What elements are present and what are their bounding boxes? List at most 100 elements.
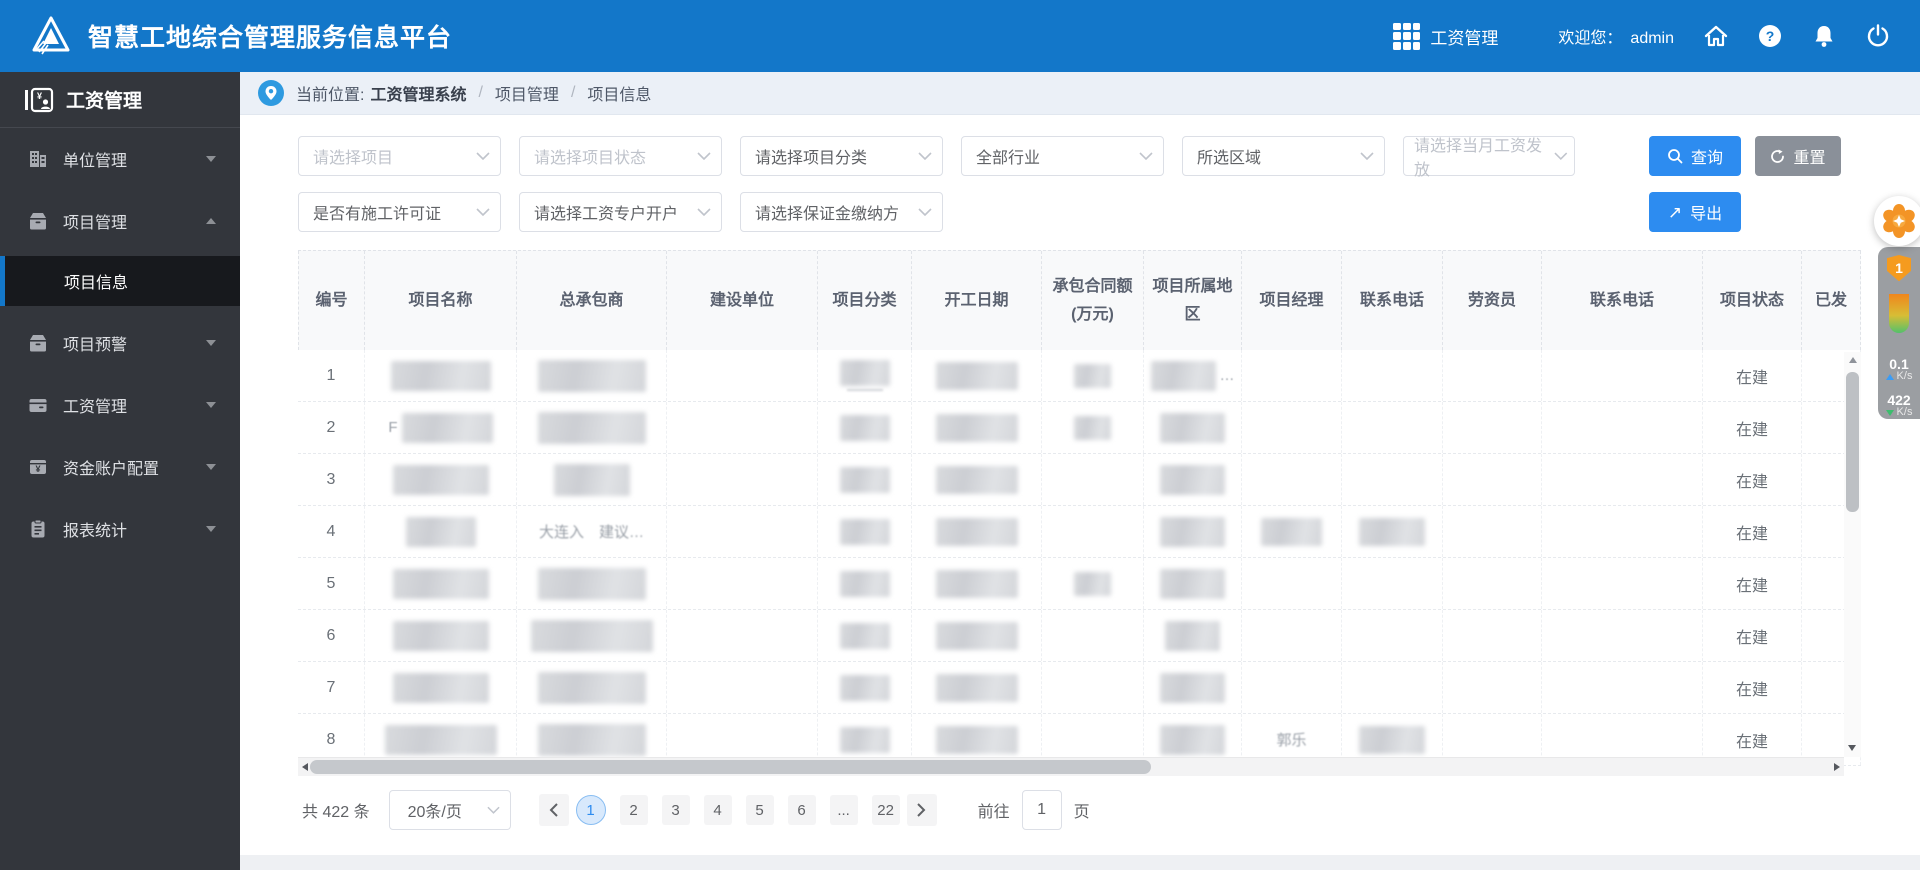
column-header: 联系电话 bbox=[1342, 251, 1443, 350]
redacted-text bbox=[537, 723, 646, 756]
redacted-text bbox=[1165, 620, 1220, 651]
overlay-pinwheel-logo[interactable] bbox=[1874, 196, 1920, 246]
table-cell: 1 bbox=[298, 350, 365, 401]
table-cell bbox=[1144, 610, 1242, 661]
total-count: 共 422 条 bbox=[302, 804, 370, 821]
chevron-down-icon bbox=[206, 156, 216, 162]
goto-page-input[interactable]: 1 bbox=[1021, 790, 1062, 830]
refresh-icon bbox=[1771, 149, 1785, 163]
wallet-icon bbox=[28, 395, 48, 415]
chevron-down-icon bbox=[1139, 152, 1153, 160]
table-cell bbox=[667, 558, 818, 609]
horizontal-scrollbar[interactable] bbox=[298, 757, 1844, 776]
table-cell bbox=[1342, 610, 1443, 661]
select-salary-account-opened[interactable]: 请选择工资专户开户 bbox=[519, 192, 722, 232]
table-cell bbox=[517, 402, 667, 453]
page-button-6[interactable]: 6 bbox=[787, 795, 816, 825]
table-cell: 6 bbox=[298, 610, 365, 661]
redacted-text bbox=[1160, 412, 1225, 443]
breadcrumb-item[interactable]: 项目管理 bbox=[495, 81, 559, 105]
select-construction-permit[interactable]: 是否有施工许可证 bbox=[298, 192, 501, 232]
table-cell bbox=[1042, 558, 1144, 609]
platform-logo-icon bbox=[30, 16, 72, 56]
sidebar-item-salary-management[interactable]: 工资管理 bbox=[0, 374, 240, 436]
select-project-status[interactable]: 请选择项目状态 bbox=[519, 136, 722, 176]
export-button[interactable]: ↗ 导出 bbox=[1649, 192, 1741, 232]
select-region[interactable]: 所选区域 bbox=[1182, 136, 1385, 176]
sidebar-item-fund-account-config[interactable]: ¥ 资金账户配置 bbox=[0, 436, 240, 498]
svg-text:¥: ¥ bbox=[37, 91, 42, 101]
scroll-up-arrow[interactable] bbox=[1848, 357, 1857, 363]
table-cell bbox=[1144, 506, 1242, 557]
table-cell bbox=[818, 402, 912, 453]
table-cell bbox=[912, 402, 1042, 453]
redacted-text bbox=[935, 413, 1018, 442]
table-cell bbox=[1443, 454, 1542, 505]
sidebar-item-project-info[interactable]: 项目信息 bbox=[0, 256, 240, 306]
table-cell bbox=[818, 610, 912, 661]
yen-account-icon: ¥ bbox=[28, 457, 48, 477]
horizontal-scroll-thumb[interactable] bbox=[310, 760, 1151, 774]
table-cell: 在建 bbox=[1703, 402, 1802, 453]
table-row: 1 … 在建 bbox=[298, 350, 1861, 402]
sidebar-item-unit-management[interactable]: 单位管理 bbox=[0, 128, 240, 190]
table-cell bbox=[667, 662, 818, 713]
page-button-2[interactable]: 2 bbox=[619, 795, 648, 825]
clipboard-icon bbox=[28, 519, 48, 539]
help-icon[interactable]: ? bbox=[1758, 24, 1782, 48]
chevron-down-icon bbox=[1360, 152, 1374, 160]
top-header: 智慧工地综合管理服务信息平台 工资管理 欢迎您： admin ? bbox=[0, 0, 1920, 72]
table-cell bbox=[1042, 610, 1144, 661]
app-switcher[interactable]: 工资管理 bbox=[1393, 22, 1498, 50]
reset-button[interactable]: 重置 bbox=[1755, 136, 1841, 176]
page-button-5[interactable]: 5 bbox=[745, 795, 774, 825]
scroll-right-arrow[interactable] bbox=[1834, 763, 1840, 771]
breadcrumb-root[interactable]: 工资管理系统 bbox=[370, 81, 466, 105]
notifications-bell-icon[interactable] bbox=[1812, 24, 1836, 48]
redacted-text bbox=[1160, 516, 1225, 547]
download-manager-widget[interactable]: 1 0.1 K/s 422 K/s bbox=[1878, 247, 1920, 419]
home-icon[interactable] bbox=[1704, 24, 1728, 48]
chevron-left-icon bbox=[549, 803, 558, 817]
table-cell bbox=[912, 558, 1042, 609]
page-button-22[interactable]: 22 bbox=[871, 795, 900, 825]
breadcrumb-item[interactable]: 项目信息 bbox=[587, 81, 651, 105]
scroll-down-arrow[interactable] bbox=[1848, 745, 1856, 751]
select-monthly-salary-paid[interactable]: 请选择当月工资发放 bbox=[1403, 136, 1575, 179]
power-logout-icon[interactable] bbox=[1866, 24, 1890, 48]
page-button-4[interactable]: 4 bbox=[703, 795, 732, 825]
sidebar-item-project-management[interactable]: 项目管理 bbox=[0, 190, 240, 252]
redacted-text bbox=[1359, 517, 1425, 546]
search-button[interactable]: 查询 bbox=[1649, 136, 1741, 176]
search-icon bbox=[1668, 149, 1683, 164]
table-cell bbox=[818, 506, 912, 557]
scroll-left-arrow[interactable] bbox=[302, 763, 308, 771]
select-deposit-payer[interactable]: 请选择保证金缴纳方 bbox=[740, 192, 943, 232]
page-size-select[interactable]: 20条/页 bbox=[388, 790, 511, 830]
select-project[interactable]: 请选择项目 bbox=[298, 136, 501, 176]
table-cell bbox=[1242, 558, 1342, 609]
redacted-text bbox=[1160, 672, 1225, 703]
table-cell bbox=[1342, 454, 1443, 505]
sidebar-item-report-statistics[interactable]: 报表统计 bbox=[0, 498, 240, 560]
page-ellipsis[interactable]: ... bbox=[829, 795, 858, 825]
select-project-category[interactable]: 请选择项目分类 bbox=[740, 136, 943, 176]
redacted-text bbox=[839, 570, 890, 597]
page-title: 智慧工地综合管理服务信息平台 bbox=[88, 24, 453, 52]
chevron-right-icon bbox=[917, 803, 926, 817]
prev-page-button[interactable] bbox=[538, 794, 569, 826]
table-cell bbox=[1144, 402, 1242, 453]
page-button-3[interactable]: 3 bbox=[661, 795, 690, 825]
goto-label: 前往 bbox=[977, 804, 1010, 821]
column-header: 联系电话 bbox=[1542, 251, 1703, 350]
select-industry[interactable]: 全部行业 bbox=[961, 136, 1164, 176]
table-cell bbox=[517, 610, 667, 661]
page-button-1[interactable]: 1 bbox=[575, 795, 606, 825]
redacted-text bbox=[530, 619, 653, 652]
table-cell: 7 bbox=[298, 662, 365, 713]
table-cell bbox=[1144, 662, 1242, 713]
vertical-scrollbar[interactable] bbox=[1844, 352, 1861, 757]
vertical-scroll-thumb[interactable] bbox=[1846, 372, 1859, 512]
sidebar-item-project-warning[interactable]: 项目预警 bbox=[0, 312, 240, 374]
next-page-button[interactable] bbox=[906, 794, 937, 826]
